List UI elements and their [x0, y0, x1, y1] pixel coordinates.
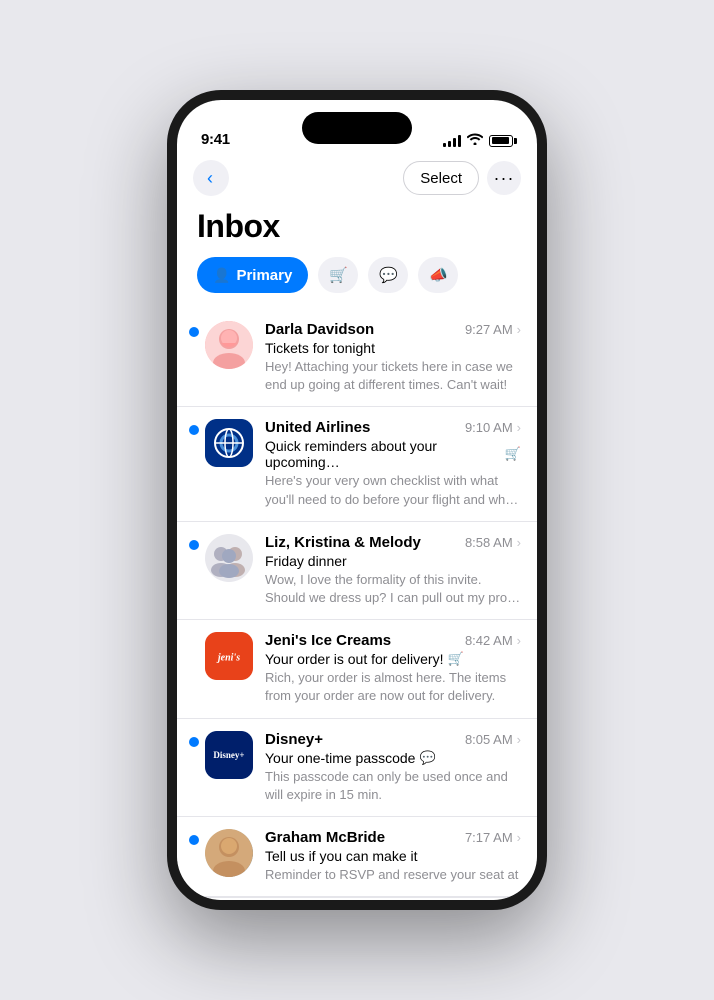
email-sender: Graham McBride — [265, 829, 457, 846]
email-subject: Tell us if you can make it — [265, 848, 521, 864]
email-content: Liz, Kristina & Melody 8:58 AM › Friday … — [265, 534, 521, 607]
unread-indicator — [189, 737, 199, 747]
chevron-right-icon: › — [517, 322, 521, 337]
svg-text:jeni's: jeni's — [216, 653, 240, 664]
email-preview: Reminder to RSVP and reserve your seat a… — [265, 866, 521, 884]
tab-social[interactable]: 💬 — [368, 257, 408, 293]
email-item[interactable]: jeni's Jeni's Ice Creams 8:42 AM › Your … — [177, 620, 537, 718]
email-time-wrapper: 7:17 AM › — [465, 830, 521, 845]
unread-indicator — [189, 327, 199, 337]
svg-text:Disney+: Disney+ — [213, 750, 244, 760]
avatar — [205, 419, 253, 467]
email-sender: Jeni's Ice Creams — [265, 632, 457, 649]
email-sender: Darla Davidson — [265, 321, 457, 338]
email-sender: United Airlines — [265, 419, 457, 436]
megaphone-icon: 📣 — [429, 266, 448, 284]
shopping-badge-icon: 🛒 — [505, 446, 521, 462]
shopping-icon: 🛒 — [329, 266, 348, 284]
tab-primary[interactable]: 👤 Primary — [197, 257, 308, 293]
email-header: Darla Davidson 9:27 AM › — [265, 321, 521, 338]
chevron-right-icon: › — [517, 420, 521, 435]
more-dots-icon: ··· — [494, 169, 515, 187]
nav-actions: Select ··· — [403, 161, 521, 195]
email-preview: This passcode can only be used once and … — [265, 768, 521, 804]
person-icon: 👤 — [213, 267, 230, 284]
email-content: Disney+ 8:05 AM › Your one-time passcode… — [265, 731, 521, 804]
dynamic-island — [302, 112, 412, 144]
tab-shopping[interactable]: 🛒 — [318, 257, 358, 293]
email-preview: Here's your very own checklist with what… — [265, 472, 521, 508]
email-time: 8:05 AM — [465, 732, 513, 747]
email-time-wrapper: 8:05 AM › — [465, 732, 521, 747]
email-list: Darla Davidson 9:27 AM › Tickets for ton… — [177, 309, 537, 897]
email-time-wrapper: 9:27 AM › — [465, 322, 521, 337]
email-sender: Liz, Kristina & Melody — [265, 534, 457, 551]
back-chevron-icon: ‹ — [207, 168, 213, 189]
email-content: Darla Davidson 9:27 AM › Tickets for ton… — [265, 321, 521, 394]
email-preview: Rich, your order is almost here. The ite… — [265, 669, 521, 705]
chevron-right-icon: › — [517, 830, 521, 845]
avatar: Disney+ — [205, 731, 253, 779]
email-subject: Your order is out for delivery! 🛒 — [265, 651, 521, 667]
email-item[interactable]: Darla Davidson 9:27 AM › Tickets for ton… — [177, 309, 537, 407]
unread-indicator — [189, 540, 199, 550]
chevron-right-icon: › — [517, 732, 521, 747]
email-item[interactable]: Liz, Kristina & Melody 8:58 AM › Friday … — [177, 522, 537, 620]
status-icons — [443, 133, 513, 148]
email-header: Graham McBride 7:17 AM › — [265, 829, 521, 846]
email-time: 8:58 AM — [465, 535, 513, 550]
email-item[interactable]: Graham McBride 7:17 AM › Tell us if you … — [177, 817, 537, 897]
signal-icon — [443, 135, 461, 147]
nav-bar: ‹ Select ··· — [177, 156, 537, 204]
bottom-bar: Updated Just Now 12 Unread — [177, 897, 537, 900]
tab-primary-label: Primary — [236, 267, 292, 284]
email-time: 9:27 AM — [465, 322, 513, 337]
email-subject: Your one-time passcode 💬 — [265, 750, 521, 766]
email-preview: Wow, I love the formality of this invite… — [265, 571, 521, 607]
email-time: 8:42 AM — [465, 633, 513, 648]
email-time: 9:10 AM — [465, 420, 513, 435]
email-content: United Airlines 9:10 AM › Quick reminder… — [265, 419, 521, 508]
shopping-badge-icon: 🛒 — [447, 651, 463, 667]
email-preview: Hey! Attaching your tickets here in case… — [265, 358, 521, 394]
email-time-wrapper: 8:42 AM › — [465, 633, 521, 648]
email-item[interactable]: Disney+ Disney+ 8:05 AM › Your one-time … — [177, 719, 537, 817]
email-header: Jeni's Ice Creams 8:42 AM › — [265, 632, 521, 649]
avatar — [205, 829, 253, 877]
more-button[interactable]: ··· — [487, 161, 521, 195]
phone-screen: 9:41 — [177, 100, 537, 900]
avatar — [205, 321, 253, 369]
unread-indicator — [189, 425, 199, 435]
email-header: Liz, Kristina & Melody 8:58 AM › — [265, 534, 521, 551]
email-time-wrapper: 9:10 AM › — [465, 420, 521, 435]
email-subject: Tickets for tonight — [265, 340, 521, 356]
email-content: Jeni's Ice Creams 8:42 AM › Your order i… — [265, 632, 521, 705]
inbox-title: Inbox — [177, 204, 537, 257]
email-sender: Disney+ — [265, 731, 457, 748]
select-button[interactable]: Select — [403, 161, 479, 195]
avatar — [205, 534, 253, 582]
chevron-right-icon: › — [517, 633, 521, 648]
battery-icon — [489, 135, 513, 147]
filter-tabs: 👤 Primary 🛒 💬 📣 — [177, 257, 537, 309]
phone-frame: 9:41 — [167, 90, 547, 910]
email-subject: Friday dinner — [265, 553, 521, 569]
chat-badge-icon: 💬 — [419, 750, 435, 766]
email-item[interactable]: United Airlines 9:10 AM › Quick reminder… — [177, 407, 537, 521]
email-time-wrapper: 8:58 AM › — [465, 535, 521, 550]
avatar: jeni's — [205, 632, 253, 680]
unread-indicator — [189, 835, 199, 845]
back-button[interactable]: ‹ — [193, 160, 229, 196]
chevron-right-icon: › — [517, 535, 521, 550]
email-subject: Quick reminders about your upcoming… 🛒 — [265, 438, 521, 470]
email-header: Disney+ 8:05 AM › — [265, 731, 521, 748]
chat-icon: 💬 — [379, 266, 398, 284]
status-time: 9:41 — [201, 131, 230, 148]
email-time: 7:17 AM — [465, 830, 513, 845]
email-content: Graham McBride 7:17 AM › Tell us if you … — [265, 829, 521, 884]
wifi-icon — [467, 133, 483, 148]
tab-updates[interactable]: 📣 — [418, 257, 458, 293]
email-header: United Airlines 9:10 AM › — [265, 419, 521, 436]
